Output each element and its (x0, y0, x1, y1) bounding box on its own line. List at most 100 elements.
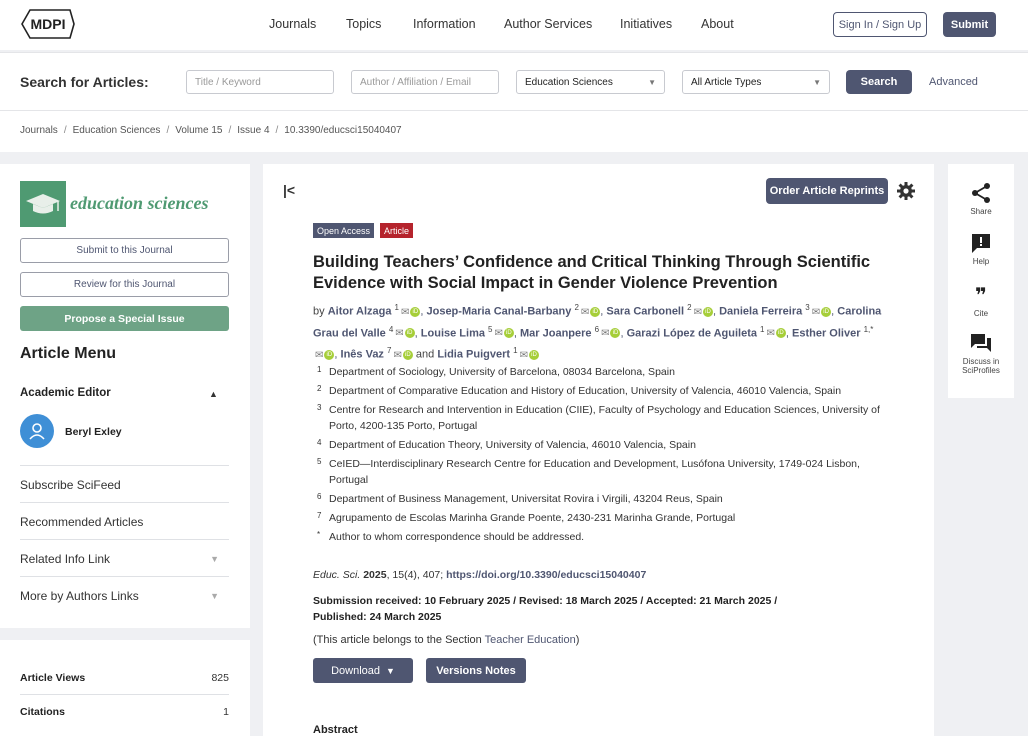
email-icon[interactable]: ✉ (767, 325, 775, 342)
submit-button[interactable]: Submit (943, 12, 996, 37)
orcid-icon[interactable]: iD (821, 306, 832, 317)
affiliation-item: 3 Centre for Research and Intervention in… (313, 402, 893, 434)
review-for-journal-button[interactable]: Review for this Journal (20, 272, 229, 297)
tool-label: Help (972, 257, 990, 266)
menu-recommended-articles[interactable]: Recommended Articles (20, 502, 229, 539)
journal-select[interactable]: Education Sciences ▼ (516, 70, 665, 94)
mdpi-logo[interactable]: MDPI (20, 8, 76, 40)
email-icon[interactable]: ✉ (495, 325, 503, 342)
submit-to-journal-button[interactable]: Submit to this Journal (20, 238, 229, 263)
author-affiliation-input[interactable]: Author / Affiliation / Email (351, 70, 499, 94)
download-label: Download (331, 664, 380, 677)
orcid-icon[interactable]: iD (775, 328, 786, 339)
nav-journals[interactable]: Journals (269, 17, 316, 31)
nav-author-services[interactable]: Author Services (504, 17, 592, 31)
author-name[interactable]: Esther Oliver (792, 327, 860, 339)
collapse-sidebar-icon[interactable]: |< (283, 182, 295, 198)
menu-more-by-authors[interactable]: More by Authors Links ▼ (20, 576, 229, 613)
chevron-down-icon: ▼ (386, 665, 395, 676)
orcid-icon[interactable]: iD (410, 306, 421, 317)
stat-value: 1 (223, 706, 229, 718)
email-icon[interactable]: ✉ (401, 304, 409, 321)
affiliation-item: 7 Agrupamento de Escolas Marinha Grande P… (313, 510, 893, 526)
nav-about[interactable]: About (701, 17, 734, 31)
journal-logo[interactable]: education sciences (20, 181, 220, 227)
cite-tool[interactable]: ❞ Cite (948, 284, 1014, 318)
download-button[interactable]: Download ▼ (313, 658, 413, 683)
versions-notes-button[interactable]: Versions Notes (426, 658, 526, 683)
author-name[interactable]: Inês Vaz (341, 349, 384, 361)
affiliation-number: 5 (317, 457, 322, 466)
publication-dates: Submission received: 10 February 2025 / … (313, 595, 778, 623)
orcid-icon[interactable]: iD (590, 306, 601, 317)
author-name[interactable]: Garazi López de Aguileta (627, 327, 757, 339)
top-navbar: MDPI Journals Topics Information Author … (0, 0, 1028, 50)
affiliation-item: 6 Department of Business Management, Univ… (313, 491, 893, 507)
author-name[interactable]: Aitor Alzaga (328, 306, 392, 318)
orcid-icon[interactable]: iD (528, 350, 539, 361)
tool-label: Cite (973, 309, 989, 318)
breadcrumb-issue[interactable]: Issue 4 (237, 125, 269, 136)
propose-special-issue-button[interactable]: Propose a Special Issue (20, 306, 229, 331)
article-sidebar: education sciences Submit to this Journa… (0, 164, 250, 628)
article-type-select[interactable]: All Article Types ▼ (682, 70, 830, 94)
author-list: by Aitor Alzaga 1 ✉ iD, Josep-Maria Canal-… (313, 299, 883, 364)
affiliation-text: Department of Sociology, University of B… (329, 366, 675, 378)
author-name[interactable]: Josep-Maria Canal-Barbany (426, 306, 571, 318)
orcid-icon[interactable]: iD (702, 306, 713, 317)
journal-name: education sciences (70, 193, 209, 213)
menu-subscribe-scifeed[interactable]: Subscribe SciFeed (20, 465, 229, 502)
help-tool[interactable]: Help (948, 232, 1014, 266)
stat-value: 825 (211, 672, 229, 684)
menu-item-label: More by Authors Links (20, 589, 139, 603)
breadcrumb-journals[interactable]: Journals (20, 125, 58, 136)
email-icon[interactable]: ✉ (812, 304, 820, 321)
author-name[interactable]: Louise Lima (421, 327, 485, 339)
email-icon[interactable]: ✉ (601, 325, 609, 342)
chevron-up-icon[interactable]: ▲ (209, 389, 218, 399)
orcid-icon[interactable]: iD (610, 328, 621, 339)
nav-topics[interactable]: Topics (346, 17, 381, 31)
affiliation-text: Centre for Research and Intervention in … (329, 404, 880, 432)
doi-link[interactable]: https://doi.org/10.3390/educsci15040407 (446, 569, 646, 581)
email-icon[interactable]: ✉ (694, 304, 702, 321)
breadcrumb: Journals / Education Sciences / Volume 15/Is… (0, 110, 1028, 152)
author-name[interactable]: Sara Carbonell (606, 306, 684, 318)
email-icon[interactable]: ✉ (581, 304, 589, 321)
menu-related-info-link[interactable]: Related Info Link ▼ (20, 539, 229, 576)
author-name[interactable]: Daniela Ferreira (719, 306, 802, 318)
author-affiliation-number: 1 (760, 324, 765, 334)
author-name[interactable]: Mar Joanpere (520, 327, 592, 339)
affiliation-number: 4 (317, 438, 322, 447)
email-icon[interactable]: ✉ (393, 347, 401, 364)
orcid-icon[interactable]: iD (404, 328, 415, 339)
author-name[interactable]: Lidia Puigvert (437, 349, 510, 361)
article-views-row: Article Views 825 (20, 672, 229, 684)
search-button[interactable]: Search (846, 70, 912, 94)
affiliation-text: Department of Business Management, Unive… (329, 493, 723, 505)
affiliation-number: 3 (317, 403, 322, 412)
orcid-icon[interactable]: iD (402, 350, 413, 361)
advanced-search-link[interactable]: Advanced (929, 76, 978, 88)
cite-journal: Educ. Sci. (313, 569, 361, 581)
gear-icon[interactable] (896, 181, 916, 201)
email-icon[interactable]: ✉ (395, 325, 403, 342)
email-icon[interactable]: ✉ (520, 347, 528, 364)
academic-editor-toggle[interactable]: Academic Editor (20, 387, 111, 399)
sign-in-button[interactable]: Sign In / Sign Up (833, 12, 927, 37)
order-reprints-button[interactable]: Order Article Reprints (766, 178, 888, 204)
nav-initiatives[interactable]: Initiatives (620, 17, 672, 31)
breadcrumb-volume[interactable]: Volume 15 (175, 125, 222, 136)
affiliation-item: 4 Department of Education Theory, Univers… (313, 437, 893, 453)
share-tool[interactable]: Share (948, 182, 1014, 216)
breadcrumb-journal[interactable]: Education Sciences (73, 125, 161, 136)
title-keyword-input[interactable]: Title / Keyword (186, 70, 334, 94)
orcid-icon[interactable]: iD (324, 350, 335, 361)
nav-information[interactable]: Information (413, 17, 476, 31)
journal-select-value: Education Sciences (525, 76, 613, 88)
section-link[interactable]: Teacher Education (485, 634, 576, 646)
orcid-icon[interactable]: iD (503, 328, 514, 339)
discuss-tool[interactable]: Discuss in SciProfiles (948, 332, 1014, 375)
editor-name[interactable]: Beryl Exley (65, 426, 122, 438)
article-title: Building Teachers’ Confidence and Critic… (313, 253, 871, 292)
